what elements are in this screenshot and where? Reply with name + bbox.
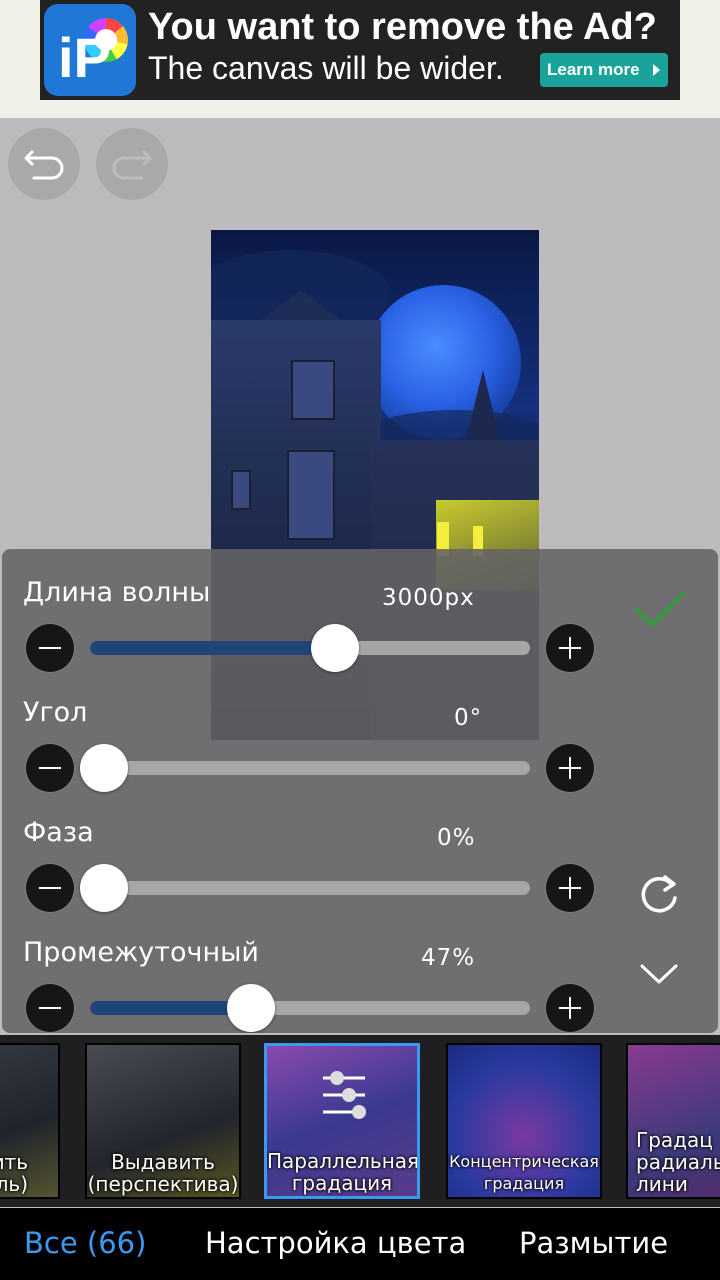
ad-subtitle: The canvas will be wider.	[148, 50, 504, 86]
filter-caption: Выдавить (перспектива)	[87, 1150, 239, 1196]
ad-banner[interactable]: iP You want to remove the Ad? The canvas…	[40, 0, 680, 100]
filter-thumb[interactable]: Градац радиаль лини	[626, 1043, 720, 1199]
intermediate-slider-knob[interactable]	[226, 984, 275, 1032]
play-arrow-icon	[653, 64, 660, 76]
sliders-icon	[323, 1071, 366, 1119]
reset-icon[interactable]	[634, 869, 684, 919]
tab-color-adjust[interactable]: Настройка цвета	[205, 1226, 466, 1260]
redo-button[interactable]	[96, 128, 168, 200]
phase-slider-track[interactable]	[90, 881, 530, 895]
wavelength-plus-button[interactable]	[546, 624, 594, 672]
angle-value: 0°	[454, 705, 483, 731]
filter-caption: ить ель)	[0, 1150, 28, 1196]
ad-banner-area: iP You want to remove the Ad? The canvas…	[0, 0, 720, 118]
angle-slider-knob[interactable]	[80, 744, 128, 792]
filter-caption: Параллельная градация	[267, 1149, 420, 1195]
chevron-down-icon[interactable]	[639, 961, 679, 987]
undo-button[interactable]	[8, 128, 80, 200]
phase-minus-button[interactable]	[26, 864, 74, 912]
wavelength-slider-knob[interactable]	[310, 624, 359, 672]
intermediate-plus-button[interactable]	[546, 984, 594, 1032]
phase-value: 0%	[437, 825, 476, 851]
phase-label: Фаза	[23, 817, 94, 848]
ibis-paint-logo-icon: iP	[44, 4, 136, 96]
angle-plus-button[interactable]	[546, 744, 594, 792]
phase-slider-knob[interactable]	[80, 864, 128, 912]
undo-icon	[24, 150, 64, 180]
intermediate-minus-button[interactable]	[26, 984, 74, 1032]
wavelength-minus-button[interactable]	[26, 624, 74, 672]
filter-thumb[interactable]: ить ель)	[0, 1043, 60, 1199]
phase-plus-button[interactable]	[546, 864, 594, 912]
filter-thumb-selected[interactable]: Параллельная градация	[264, 1043, 420, 1199]
filter-thumb[interactable]: Концентрическая градация	[446, 1043, 602, 1199]
check-icon[interactable]	[632, 589, 688, 629]
angle-slider-track[interactable]	[90, 761, 530, 775]
filter-settings-panel: Длина волны 3000px Угол 0° Фаза 0% Проме…	[2, 549, 718, 1033]
learn-more-button[interactable]: Learn more	[540, 53, 668, 87]
filter-thumb[interactable]: Выдавить (перспектива)	[85, 1043, 241, 1199]
category-tabs: Все (66) Настройка цвета Размытие	[0, 1208, 720, 1280]
window	[291, 360, 335, 420]
window	[231, 470, 251, 510]
filter-strip[interactable]: ить ель) Выдавить (перспектива) Параллел…	[0, 1035, 720, 1207]
tab-all[interactable]: Все (66)	[24, 1226, 146, 1260]
angle-minus-button[interactable]	[26, 744, 74, 792]
wavelength-value: 3000px	[382, 585, 475, 611]
intermediate-label: Промежуточный	[23, 937, 259, 968]
window	[287, 450, 335, 540]
filter-caption: Градац радиаль лини	[636, 1128, 720, 1196]
tab-blur[interactable]: Размытие	[519, 1226, 668, 1260]
intermediate-slider-track[interactable]	[90, 1001, 530, 1015]
wavelength-slider-fill	[90, 641, 335, 655]
angle-label: Угол	[23, 697, 88, 728]
intermediate-value: 47%	[421, 945, 476, 971]
filter-caption: Концентрическая градация	[449, 1152, 599, 1193]
redo-icon	[112, 150, 152, 180]
ad-title: You want to remove the Ad?	[148, 6, 657, 48]
wavelength-label: Длина волны	[23, 577, 211, 608]
